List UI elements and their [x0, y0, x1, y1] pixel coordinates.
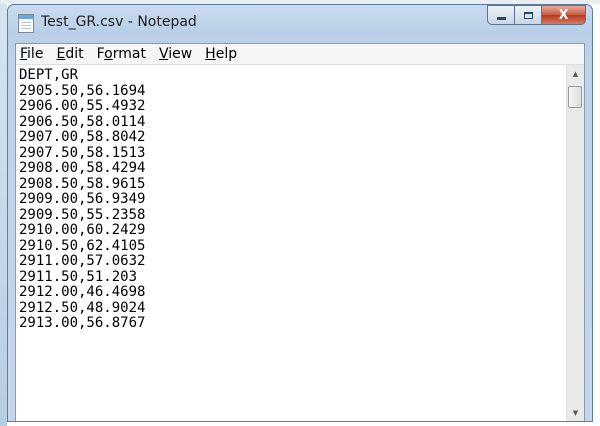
data-line: 2913.00,56.8767 — [19, 315, 146, 331]
title-bar[interactable]: Test_GR.csv - Notepad X — [8, 5, 592, 43]
data-line: 2909.00,56.9349 — [19, 191, 146, 207]
menu-view[interactable]: View — [153, 46, 199, 62]
scroll-up-button[interactable]: ▲ — [567, 65, 584, 82]
window-title: Test_GR.csv - Notepad — [41, 14, 197, 30]
data-line: 2910.00,60.2429 — [19, 222, 146, 238]
data-line: 2910.50,62.4105 — [19, 237, 146, 254]
text-editor[interactable]: DEPT,GR 2905.50,56.1694 2906.00,55.4932 290… — [16, 65, 566, 421]
menu-edit[interactable]: Edit — [50, 46, 90, 62]
data-line: 2906.00,55.4932 — [19, 98, 146, 114]
caption-buttons: X — [487, 5, 586, 25]
chevron-up-icon: ▲ — [572, 69, 579, 78]
notepad-window: Test_GR.csv - Notepad X File Edit Format… — [7, 4, 593, 422]
data-line: 2907.00,58.8042 — [19, 129, 146, 145]
menu-format[interactable]: Format — [91, 46, 153, 62]
header-line: DEPT,GR — [19, 67, 79, 83]
menu-help[interactable]: Help — [199, 46, 244, 62]
notepad-icon[interactable] — [18, 14, 34, 33]
minimize-button[interactable] — [487, 5, 514, 25]
close-button[interactable]: X — [541, 5, 586, 25]
text-content: DEPT,GR 2905.50,56.1694 2906.00,55.4932 290… — [19, 67, 146, 332]
maximize-icon — [523, 11, 533, 19]
client-area: File Edit Format View Help DEPT,GR 2905.5… — [15, 43, 585, 421]
data-line: 2912.50,48.9024 — [19, 299, 146, 316]
menu-bar: File Edit Format View Help — [16, 44, 584, 65]
data-line: 2911.50,51.203 — [19, 268, 138, 285]
data-line: 2907.50,58.1513 — [19, 144, 146, 161]
chevron-down-icon: ▼ — [572, 408, 579, 417]
vertical-scrollbar[interactable]: ▲ ▼ — [566, 65, 584, 421]
scroll-down-button[interactable]: ▼ — [567, 404, 584, 421]
data-line: 2909.50,55.2358 — [19, 206, 146, 223]
data-line: 2908.00,58.4294 — [19, 160, 146, 176]
scrollbar-thumb[interactable] — [568, 86, 582, 108]
close-icon: X — [558, 7, 569, 23]
maximize-button[interactable] — [514, 5, 541, 25]
data-line: 2908.50,58.9615 — [19, 175, 146, 192]
data-line: 2912.00,46.4698 — [19, 284, 146, 300]
data-line: 2911.00,57.0632 — [19, 253, 146, 269]
data-line: 2906.50,58.0114 — [19, 113, 146, 130]
data-line: 2905.50,56.1694 — [19, 82, 146, 99]
menu-file[interactable]: File — [16, 46, 50, 62]
desktop-background — [0, 0, 7, 426]
minimize-icon — [496, 16, 506, 20]
